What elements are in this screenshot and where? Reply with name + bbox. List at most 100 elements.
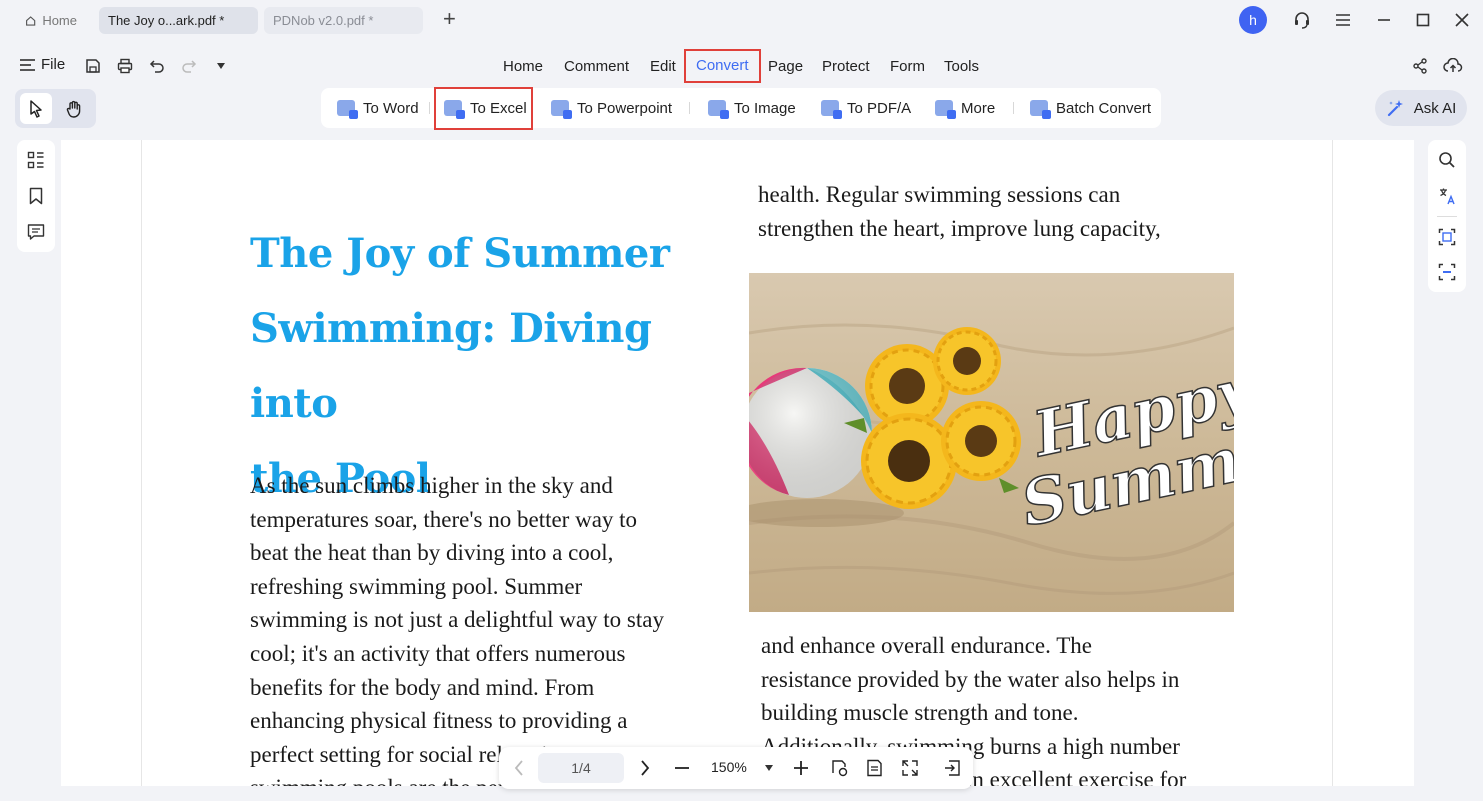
menu-comment[interactable]: Comment	[564, 54, 629, 80]
menu-protect[interactable]: Protect	[822, 54, 870, 80]
more-label: More	[961, 99, 996, 117]
pdfa-file-icon	[821, 100, 842, 119]
hamburger-icon	[20, 58, 35, 71]
menu-home[interactable]: Home	[503, 54, 543, 80]
title-line: Swimming: Diving into	[250, 305, 652, 427]
menu-icon[interactable]	[1333, 10, 1353, 30]
sidebar-divider	[1437, 216, 1457, 217]
text-line: beat the heat than by diving into a cool…	[250, 540, 614, 566]
word-file-icon	[337, 100, 358, 119]
text-line: swimming is not just a delightful way to…	[250, 607, 664, 633]
menu-bar: File Home Comment Edit Convert Page Prot…	[0, 46, 1483, 86]
page-navigation-bar: 1/4 150%	[499, 747, 973, 789]
batch-convert-button[interactable]: Batch Convert	[1030, 88, 1151, 128]
text-line: benefits for the body and mind. From	[250, 674, 595, 700]
tab-home-label: Home	[42, 13, 77, 28]
to-pdfa-label: To PDF/A	[847, 99, 912, 117]
menu-page[interactable]: Page	[768, 54, 803, 80]
right-sidebar	[1428, 140, 1466, 292]
next-page-icon[interactable]	[635, 758, 655, 778]
left-sidebar	[17, 140, 55, 252]
tab-home[interactable]: Home	[16, 7, 86, 34]
quick-access-dropdown-icon[interactable]	[211, 56, 231, 76]
tab-document-inactive[interactable]: PDNob v2.0.pdf *	[264, 7, 423, 34]
print-icon[interactable]	[115, 56, 135, 76]
text-line: enhancing physical fitness to providing …	[250, 708, 628, 734]
text-line: temperatures soar, there's no better way…	[250, 506, 638, 532]
file-menu-label: File	[41, 56, 66, 73]
toolbar-divider	[429, 102, 430, 114]
menu-form[interactable]: Form	[890, 54, 925, 80]
search-icon[interactable]	[1437, 150, 1457, 170]
thumbnails-icon[interactable]	[26, 150, 46, 170]
to-powerpoint-button[interactable]: To Powerpoint	[551, 88, 672, 128]
text-line: As the sun climbs higher in the sky and	[250, 473, 613, 498]
right-column-top-text: health. Regular swimming sessions can st…	[758, 178, 1228, 245]
minimize-icon[interactable]	[1374, 10, 1394, 30]
zoom-out-icon[interactable]	[672, 758, 692, 778]
to-word-label: To Word	[363, 99, 419, 117]
text-line: building muscle strength and tone.	[761, 700, 1079, 726]
rotate-view-icon[interactable]	[830, 758, 850, 778]
to-image-button[interactable]: To Image	[708, 88, 796, 128]
more-button[interactable]: More	[935, 88, 995, 128]
left-column-text: As the sun climbs higher in the sky and …	[250, 469, 720, 786]
batch-convert-icon	[1030, 100, 1051, 119]
avatar[interactable]: h	[1239, 6, 1267, 34]
translate-icon[interactable]	[1437, 186, 1457, 206]
bookmark-icon[interactable]	[26, 186, 46, 206]
redo-icon[interactable]	[179, 56, 199, 76]
fit-page-icon[interactable]	[900, 758, 920, 778]
undo-icon[interactable]	[147, 56, 167, 76]
zoom-level[interactable]: 150%	[711, 759, 747, 775]
toolbar-divider	[1013, 102, 1014, 114]
menu-convert[interactable]: Convert	[684, 49, 761, 83]
cloud-upload-icon[interactable]	[1443, 56, 1463, 76]
file-menu-button[interactable]: File	[20, 56, 65, 73]
batch-convert-label: Batch Convert	[1056, 99, 1152, 117]
text-line: resistance provided by the water also he…	[761, 666, 1180, 692]
new-tab-button[interactable]: +	[443, 8, 456, 30]
maximize-icon[interactable]	[1413, 10, 1433, 30]
select-cursor-icon[interactable]	[20, 93, 52, 124]
cursor-mode-group	[15, 89, 96, 128]
document-viewer: The Joy of Summer Swimming: Diving into …	[61, 140, 1414, 786]
title-line: The Joy of Summer	[250, 230, 670, 277]
save-icon[interactable]	[83, 56, 103, 76]
menu-edit[interactable]: Edit	[650, 54, 676, 80]
zoom-dropdown-icon[interactable]	[759, 758, 779, 778]
ask-ai-label: Ask AI	[1413, 99, 1457, 117]
more-formats-icon	[935, 100, 956, 119]
hand-tool-icon[interactable]	[58, 93, 90, 124]
page-layout-icon[interactable]	[865, 758, 885, 778]
to-excel-highlight	[434, 87, 533, 130]
to-image-label: To Image	[734, 99, 796, 117]
ai-sparkle-icon	[1387, 100, 1403, 117]
share-icon[interactable]	[1410, 56, 1430, 76]
powerpoint-file-icon	[551, 100, 572, 119]
comments-icon[interactable]	[26, 222, 46, 242]
tab-document-active[interactable]: The Joy o...ark.pdf *	[99, 7, 258, 34]
ask-ai-button[interactable]: Ask AI	[1375, 90, 1467, 126]
text-line: strengthen the heart, improve lung capac…	[758, 215, 1161, 241]
close-icon[interactable]	[1452, 10, 1472, 30]
text-line: cool; it's an activity that offers numer…	[250, 640, 626, 666]
to-word-button[interactable]: To Word	[337, 88, 419, 128]
zoom-in-icon[interactable]	[791, 758, 811, 778]
tab-active-label: The Joy o...ark.pdf *	[108, 13, 225, 28]
previous-page-icon[interactable]	[509, 758, 529, 778]
toolbar-divider	[689, 102, 690, 114]
exit-fullscreen-icon[interactable]	[942, 758, 962, 778]
text-line: health. Regular swimming sessions can	[758, 182, 1121, 207]
to-pdfa-button[interactable]: To PDF/A	[821, 88, 911, 128]
menu-tools[interactable]: Tools	[944, 54, 979, 80]
page-edge-right	[1332, 140, 1333, 786]
page-number-input[interactable]: 1/4	[538, 753, 624, 783]
headset-icon[interactable]	[1292, 10, 1312, 30]
to-powerpoint-label: To Powerpoint	[577, 99, 673, 117]
title-bar: Home The Joy o...ark.pdf * PDNob v2.0.pd…	[0, 0, 1483, 40]
tab-inactive-label: PDNob v2.0.pdf *	[273, 13, 374, 28]
ocr-icon[interactable]	[1437, 227, 1457, 247]
page-edge-left	[141, 140, 142, 786]
screenshot-icon[interactable]	[1437, 262, 1457, 282]
